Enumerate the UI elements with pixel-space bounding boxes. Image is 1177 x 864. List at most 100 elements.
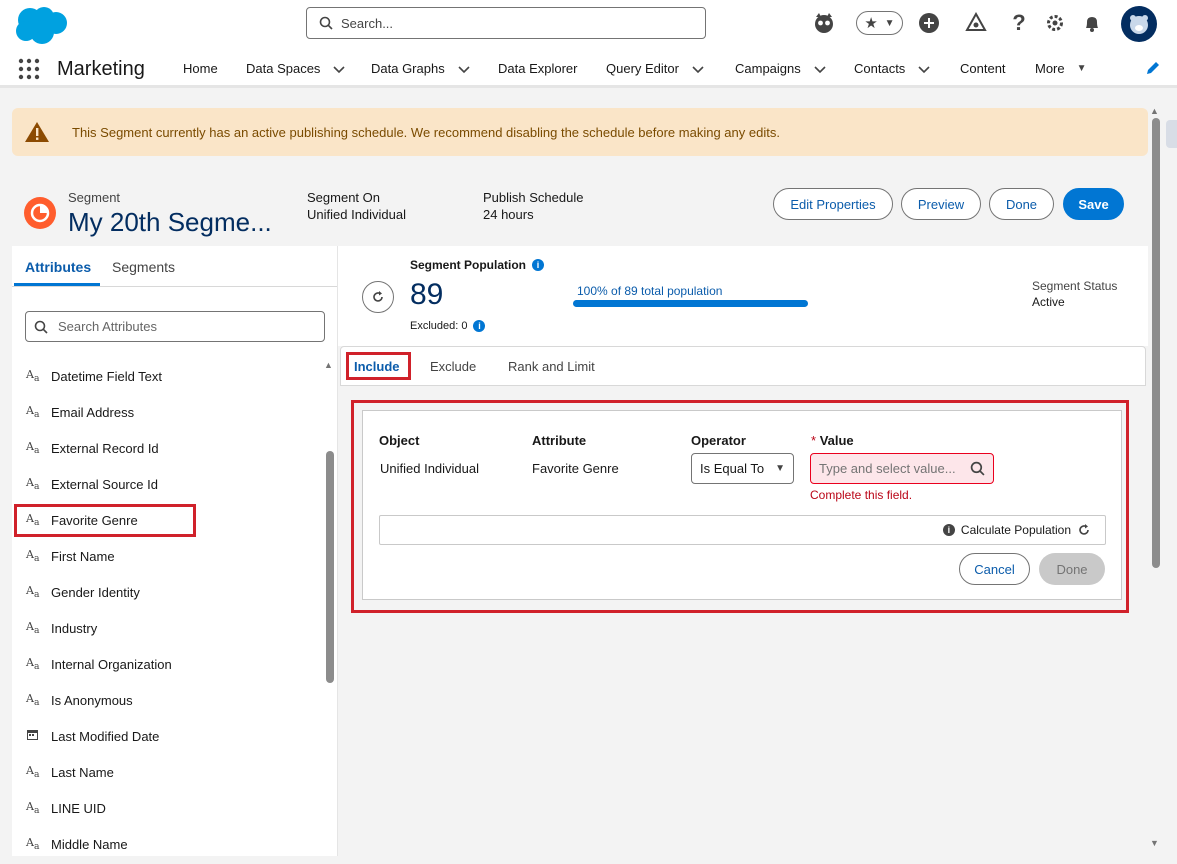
notifications-icon[interactable] <box>1079 10 1105 36</box>
attribute-item[interactable]: Aa Middle Name <box>26 834 128 854</box>
page-scroll-up-arrow[interactable]: ▲ <box>1150 106 1159 116</box>
help-icon[interactable]: ? <box>1006 10 1032 36</box>
nav-item-contacts[interactable]: Contacts <box>854 61 931 76</box>
trailhead-icon[interactable] <box>811 10 837 36</box>
segment-status-value: Active <box>1032 295 1065 309</box>
text-field-icon: Aa <box>26 367 40 385</box>
avatar[interactable] <box>1121 6 1157 42</box>
warning-banner: This Segment currently has an active pub… <box>12 108 1148 156</box>
add-icon[interactable] <box>916 10 942 36</box>
object-value: Unified Individual <box>380 461 480 476</box>
attribute-list-scrollbar[interactable] <box>326 451 334 683</box>
attribute-item[interactable]: Aa LINE UID <box>26 798 106 818</box>
attribute-header: Attribute <box>532 433 587 448</box>
attribute-search-input[interactable]: Search Attributes <box>25 311 325 342</box>
tab-include[interactable]: Include <box>354 359 400 374</box>
app-launcher-icon[interactable] <box>18 58 40 80</box>
tab-rank-and-limit[interactable]: Rank and Limit <box>508 359 595 374</box>
text-field-icon: Aa <box>26 583 40 601</box>
filter-done-button[interactable]: Done <box>1039 553 1105 585</box>
chevron-down-icon[interactable] <box>691 62 705 76</box>
tab-divider <box>12 286 337 287</box>
calendar-icon <box>26 728 42 744</box>
publish-schedule-label: Publish Schedule <box>483 190 584 205</box>
attribute-item-favorite-genre[interactable]: Aa Favorite Genre <box>26 510 138 530</box>
preview-button[interactable]: Preview <box>901 188 981 220</box>
done-button[interactable]: Done <box>989 188 1054 220</box>
page-scrollbar[interactable] <box>1152 118 1160 568</box>
chevron-down-icon[interactable]: ▼ <box>885 18 895 29</box>
tab-attributes[interactable]: Attributes <box>25 259 91 275</box>
info-icon[interactable]: i <box>942 524 955 536</box>
tab-segments[interactable]: Segments <box>112 259 175 275</box>
warning-text: This Segment currently has an active pub… <box>72 124 780 140</box>
tab-exclude[interactable]: Exclude <box>430 359 476 374</box>
page-scroll-down-arrow[interactable]: ▼ <box>1150 838 1159 848</box>
operator-header: Operator <box>691 433 746 448</box>
text-field-icon: Aa <box>26 619 40 637</box>
search-icon[interactable] <box>970 461 985 476</box>
text-field-icon: Aa <box>26 799 40 817</box>
text-field-icon: Aa <box>26 511 40 529</box>
object-header: Object <box>379 433 420 448</box>
edit-nav-icon[interactable] <box>1145 60 1163 78</box>
salesforce-logo[interactable] <box>12 6 70 44</box>
caret-down-icon[interactable]: ▼ <box>1077 63 1087 74</box>
gear-icon[interactable] <box>1042 10 1068 36</box>
progress-fill <box>573 300 808 307</box>
edit-properties-button[interactable]: Edit Properties <box>773 188 893 220</box>
calculate-population-label[interactable]: Calculate Population <box>961 523 1071 537</box>
warning-icon <box>25 122 49 142</box>
nav-item-data-explorer[interactable]: Data Explorer <box>498 61 577 76</box>
excluded-count: Excluded: 0i <box>410 320 486 332</box>
nav-item-query-editor[interactable]: Query Editor <box>606 61 705 76</box>
value-input[interactable]: Type and select value... <box>810 453 994 484</box>
attribute-item[interactable]: Aa External Record Id <box>26 438 159 458</box>
operator-select[interactable]: Is Equal To ▼ <box>691 453 794 484</box>
attribute-item[interactable]: Last Modified Date <box>26 726 159 746</box>
app-name: Marketing <box>57 58 145 80</box>
chevron-down-icon[interactable] <box>917 62 931 76</box>
population-count: 89 <box>410 278 444 311</box>
caret-down-icon: ▼ <box>775 463 785 474</box>
cancel-button[interactable]: Cancel <box>959 553 1030 585</box>
nav-item-data-graphs[interactable]: Data Graphs <box>371 61 471 76</box>
calculate-population-bar: i Calculate Population <box>379 515 1106 545</box>
attribute-item[interactable]: Aa Email Address <box>26 402 134 422</box>
info-icon[interactable]: i <box>473 320 486 332</box>
chevron-down-icon[interactable] <box>332 62 346 76</box>
population-progress-bar <box>573 300 808 307</box>
attribute-item[interactable]: Aa Datetime Field Text <box>26 366 162 386</box>
info-icon[interactable]: i <box>532 259 545 271</box>
attribute-item[interactable]: Aa External Source Id <box>26 474 158 494</box>
side-panel-toggle[interactable] <box>1166 120 1177 148</box>
attribute-item[interactable]: Aa Last Name <box>26 762 114 782</box>
attribute-item[interactable]: Aa First Name <box>26 546 115 566</box>
attribute-item[interactable]: Aa Is Anonymous <box>26 690 133 710</box>
search-icon <box>319 16 333 30</box>
text-field-icon: Aa <box>26 835 40 853</box>
search-placeholder: Search... <box>341 15 394 31</box>
segment-icon <box>24 197 56 229</box>
nav-item-data-spaces[interactable]: Data Spaces <box>246 61 346 76</box>
attribute-item[interactable]: Aa Internal Organization <box>26 654 172 674</box>
nav-item-campaigns[interactable]: Campaigns <box>735 61 827 76</box>
chevron-down-icon[interactable] <box>457 62 471 76</box>
page-title: My 20th Segme... <box>68 207 272 237</box>
segment-status-label: Segment Status <box>1032 279 1118 293</box>
global-search[interactable]: Search... <box>306 7 706 39</box>
favorites-button[interactable]: ★ ▼ <box>856 11 903 35</box>
save-button[interactable]: Save <box>1063 188 1124 220</box>
refresh-population-button[interactable] <box>362 281 394 313</box>
nav-item-home[interactable]: Home <box>183 61 218 76</box>
nav-item-more[interactable]: More ▼ <box>1035 61 1087 76</box>
progress-text: 100% of 89 total population <box>577 284 723 298</box>
attribute-item[interactable]: Aa Industry <box>26 618 97 638</box>
nav-item-content[interactable]: Content <box>960 61 1006 76</box>
chevron-down-icon[interactable] <box>813 62 827 76</box>
attribute-item[interactable]: Aa Gender Identity <box>26 582 140 602</box>
refresh-icon <box>373 291 383 302</box>
refresh-icon[interactable] <box>1077 523 1091 537</box>
scroll-up-arrow[interactable]: ▲ <box>324 360 333 370</box>
setup-assistant-icon[interactable] <box>963 10 989 36</box>
